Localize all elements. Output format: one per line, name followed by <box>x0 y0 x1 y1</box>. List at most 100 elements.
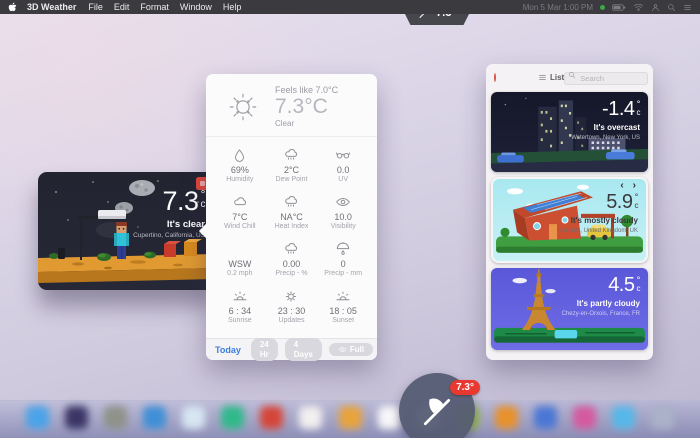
metric-label: Sunset <box>332 317 355 325</box>
metric-value: 0.00 <box>282 259 301 270</box>
temperature-unit: ° c <box>636 99 641 118</box>
metric-wind-chill: 7°C Wind Chill <box>214 187 266 234</box>
search-icon <box>568 71 576 79</box>
wifi-icon[interactable] <box>633 2 644 12</box>
menu-item-edit[interactable]: Edit <box>114 2 130 12</box>
temperature-value: 7.3 <box>162 186 199 216</box>
metric-label: UV <box>338 176 349 184</box>
dock-app-icon[interactable] <box>533 406 557 429</box>
city-card-london[interactable]: ‹ › 5.9 ° c It's mostly cloudy London, U… <box>491 177 648 263</box>
metric-visibility: 10.0 Visibility <box>317 187 369 234</box>
metric-label: Sunrise <box>227 317 252 325</box>
dock-app-icon[interactable] <box>299 406 323 429</box>
metric-heat-index: NA°C Heat Index <box>266 187 318 234</box>
cupertino-readout: 7.3 ° c It's clear Cupertino, California… <box>133 186 205 240</box>
dock-app-icon[interactable] <box>572 406 596 429</box>
next-city-chevron[interactable]: › <box>633 181 636 191</box>
metric-label: Wind Chill <box>224 223 256 231</box>
current-temperature: 7.3°C <box>275 95 328 118</box>
metric-value: 69% <box>230 165 249 176</box>
prev-city-chevron[interactable]: ‹ <box>620 181 623 191</box>
metric-value: 2°C <box>283 165 300 176</box>
battery-icon[interactable] <box>612 4 626 11</box>
eye-icon <box>317 192 369 210</box>
metric-sunset: 18 : 05 Sunset <box>317 281 369 328</box>
sunrise-icon <box>214 286 266 304</box>
dock-weather-app-icon[interactable]: 7.3° <box>399 373 480 438</box>
menu-item-format[interactable]: Format <box>140 2 169 12</box>
dock-app-icon[interactable] <box>611 406 635 429</box>
list-icon <box>538 73 547 82</box>
sunglasses-icon <box>317 145 369 163</box>
dock-app-icon[interactable] <box>143 406 167 429</box>
user-icon[interactable] <box>651 3 660 12</box>
dock-app-icon[interactable] <box>338 406 362 429</box>
dock-app-icon[interactable] <box>182 406 206 429</box>
metric-label: Updates <box>278 317 305 325</box>
app-menu-title[interactable]: 3D Weather <box>27 2 76 12</box>
weather-card-cupertino[interactable]: 7.3 ° c It's clear Cupertino, California… <box>38 172 215 290</box>
dock-app-icon[interactable] <box>104 406 128 429</box>
tab-full[interactable]: Full <box>328 342 374 357</box>
metric-label: Dew Point <box>275 176 308 184</box>
rain-cloud-icon <box>266 239 318 257</box>
tab-24hr[interactable]: 24 Hr <box>250 337 278 362</box>
metric-label: Humidity <box>226 176 254 184</box>
dock-app-icon[interactable] <box>65 406 89 429</box>
temperature-value: 5.9 <box>606 191 633 213</box>
eye-icon <box>338 345 347 354</box>
temperature-unit: ° c <box>636 275 641 294</box>
dock-app-icon[interactable] <box>221 406 245 429</box>
metric-dew-point: 2°C Dew Point <box>266 140 318 187</box>
tab-4days[interactable]: 4 Days <box>284 337 322 362</box>
metric-label: 0.2 mph <box>227 270 253 278</box>
dock-app-icon[interactable] <box>651 406 674 429</box>
rain-cloud-icon <box>266 145 318 163</box>
weather-vane-icon <box>420 394 454 428</box>
search-input[interactable] <box>564 72 649 85</box>
apple-menu-icon[interactable] <box>8 2 17 13</box>
location-text: Cupertino, California, US <box>133 232 205 239</box>
feels-like-text: Feels like 7.0°C <box>275 85 339 95</box>
temperature-unit: ° c <box>634 192 639 211</box>
rain-cloud-icon <box>266 192 318 210</box>
city-card-list: -1.4 ° c It's overcast Watertown, New Yo… <box>491 92 648 350</box>
temperature-value: 4.5 <box>608 274 635 296</box>
metric-value: 6 : 34 <box>228 306 252 317</box>
list-view-toggle[interactable]: List <box>538 73 564 82</box>
menu-item-file[interactable]: File <box>88 2 103 12</box>
weather-list-window: List Search -1.4 ° c It's overcast Water… <box>486 64 653 360</box>
menu-bar: 3D Weather File Edit Format Window Help … <box>0 0 700 14</box>
dock-app-icon[interactable] <box>494 406 518 429</box>
menu-bar-clock[interactable]: Mon 5 Mar 1:00 PM <box>523 3 593 12</box>
location-text: Chezy-en-Orxois, France, FR <box>561 311 640 317</box>
metric-label: Precip - mm <box>324 270 363 278</box>
sun-icon <box>226 90 260 124</box>
dock <box>0 400 700 438</box>
metric-precip-mm: 0 Precip - mm <box>317 234 369 281</box>
city-card-paris[interactable]: 4.5 ° c It's partly cloudy Chezy-en-Orxo… <box>491 268 648 350</box>
status-dot-icon <box>600 4 605 10</box>
spotlight-icon[interactable] <box>667 3 676 12</box>
city-readout: -1.4 ° c It's overcast Watertown, New Yo… <box>571 99 640 142</box>
popover-header: Feels like 7.0°C 7.3°C Clear <box>206 74 377 138</box>
condition-text: It's mostly cloudy <box>570 216 638 225</box>
dock-app-icon[interactable] <box>260 406 284 429</box>
close-button[interactable] <box>494 72 496 82</box>
sun-icon <box>266 286 318 304</box>
sunset-icon <box>317 286 369 304</box>
notification-list-icon[interactable] <box>683 3 692 12</box>
tab-today[interactable]: Today <box>215 345 241 355</box>
dock-app-icon[interactable] <box>377 406 401 429</box>
metric-label: Precip - % <box>275 270 308 278</box>
cloud-icon <box>214 192 266 210</box>
weather-detail-popover: Feels like 7.0°C 7.3°C Clear 69% Humidit… <box>198 74 377 362</box>
menu-item-window[interactable]: Window <box>180 2 212 12</box>
menu-item-help[interactable]: Help <box>223 2 242 12</box>
city-card-watertown[interactable]: -1.4 ° c It's overcast Watertown, New Yo… <box>491 92 648 172</box>
dock-icon-row <box>0 401 700 429</box>
dock-app-icon[interactable] <box>26 406 49 429</box>
condition-text: It's overcast <box>593 123 640 132</box>
metric-updates: 23 : 30 Updates <box>266 281 318 328</box>
metric-label: Visibility <box>330 223 356 231</box>
